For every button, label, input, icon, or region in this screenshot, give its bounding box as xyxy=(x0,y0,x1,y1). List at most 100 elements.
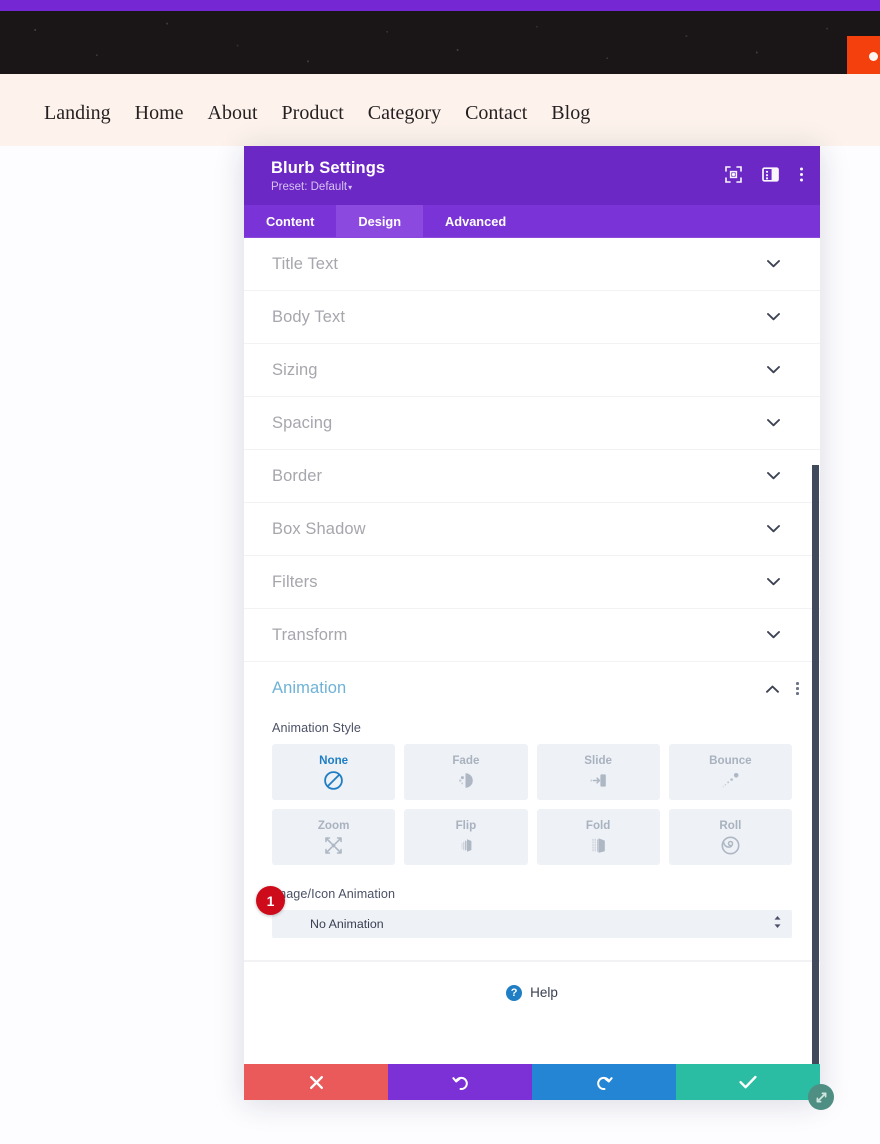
animation-option-none[interactable]: None xyxy=(272,744,396,800)
section-label: Animation xyxy=(272,679,347,697)
section-label: Title Text xyxy=(272,254,339,273)
bounce-icon xyxy=(720,770,741,791)
tab-content[interactable]: Content xyxy=(244,205,336,238)
tab-advanced[interactable]: Advanced xyxy=(423,205,528,238)
animation-option-flip[interactable]: Flip xyxy=(404,809,528,865)
hero-orange-dot xyxy=(869,52,878,61)
animation-option-label: Fade xyxy=(452,753,480,767)
chevron-down-icon xyxy=(767,467,780,485)
roll-spiral-icon xyxy=(720,835,741,856)
blurb-settings-modal: Blurb Settings Preset: Default▾ Content … xyxy=(244,146,834,1110)
zoom-expand-icon xyxy=(323,835,344,856)
chevron-down-icon xyxy=(767,361,780,379)
checkmark-icon xyxy=(739,1075,757,1089)
chevron-down-icon xyxy=(767,520,780,538)
animation-option-zoom[interactable]: Zoom xyxy=(272,809,396,865)
section-border[interactable]: Border xyxy=(244,450,820,503)
stepper-updown-icon xyxy=(773,915,782,934)
undo-icon xyxy=(451,1074,469,1091)
preset-label: Preset: Default xyxy=(271,181,348,193)
nav-item-about[interactable]: About xyxy=(208,102,258,125)
image-icon-animation-value: No Animation xyxy=(310,917,384,931)
section-box-shadow[interactable]: Box Shadow xyxy=(244,503,820,556)
site-hero-banner xyxy=(0,11,880,78)
chevron-up-icon[interactable] xyxy=(766,680,780,698)
save-button[interactable] xyxy=(676,1064,820,1100)
flip-icon xyxy=(455,835,476,856)
section-transform[interactable]: Transform xyxy=(244,609,820,662)
nav-item-category[interactable]: Category xyxy=(368,102,441,125)
preset-selector[interactable]: Preset: Default▾ xyxy=(271,181,802,193)
animation-option-bounce[interactable]: Bounce xyxy=(668,744,792,800)
undo-button[interactable] xyxy=(388,1064,532,1100)
fade-icon xyxy=(455,770,476,791)
section-label: Filters xyxy=(272,572,318,591)
section-title-text[interactable]: Title Text xyxy=(244,238,820,291)
page-title: Blurb Settings xyxy=(271,159,386,177)
image-icon-animation-row: Image/Icon Animation No Animation 1 xyxy=(256,886,792,938)
tab-design[interactable]: Design xyxy=(336,205,424,238)
section-animation-controls xyxy=(766,680,802,698)
chevron-down-icon: ▾ xyxy=(348,183,353,192)
section-label: Border xyxy=(272,466,323,485)
chevron-down-icon xyxy=(767,414,780,432)
chevron-down-icon xyxy=(767,308,780,326)
site-top-bar xyxy=(0,0,880,11)
image-icon-animation-select[interactable]: No Animation 1 xyxy=(256,886,792,938)
redo-button[interactable] xyxy=(532,1064,676,1100)
fold-icon xyxy=(588,835,609,856)
image-icon-animation-label: Image/Icon Animation xyxy=(272,887,396,901)
modal-tabs: Content Design Advanced xyxy=(244,205,820,238)
focus-target-icon[interactable] xyxy=(725,166,742,183)
vertical-scrollbar[interactable] xyxy=(812,465,819,1064)
help-row[interactable]: ? Help xyxy=(244,961,820,1023)
panel-layout-icon[interactable] xyxy=(762,166,779,183)
site-navigation-bar: Landing Home About Product Category Cont… xyxy=(0,74,880,182)
animation-option-slide[interactable]: Slide xyxy=(536,744,660,800)
section-label: Box Shadow xyxy=(272,519,366,538)
step-badge-1: 1 xyxy=(256,886,285,915)
redo-icon xyxy=(596,1074,613,1091)
close-x-icon xyxy=(309,1075,324,1090)
section-filters[interactable]: Filters xyxy=(244,556,820,609)
section-label: Spacing xyxy=(272,413,333,432)
section-animation: Animation Animation Style None Fade Slid… xyxy=(244,662,820,961)
animation-option-label: Bounce xyxy=(709,753,752,767)
modal-header-icons xyxy=(725,166,804,183)
section-animation-header[interactable]: Animation xyxy=(244,662,820,715)
animation-option-label: Flip xyxy=(455,818,477,832)
nav-links: Landing Home About Product Category Cont… xyxy=(44,102,590,125)
nav-item-landing[interactable]: Landing xyxy=(44,102,111,125)
section-label: Body Text xyxy=(272,307,346,326)
resize-diagonal-icon[interactable] xyxy=(808,1084,834,1110)
animation-option-fade[interactable]: Fade xyxy=(404,744,528,800)
section-body-text[interactable]: Body Text xyxy=(244,291,820,344)
nav-item-home[interactable]: Home xyxy=(135,102,184,125)
modal-header: Blurb Settings Preset: Default▾ xyxy=(244,146,820,205)
modal-footer xyxy=(244,1064,834,1110)
animation-option-label: Roll xyxy=(719,818,742,832)
section-spacing[interactable]: Spacing xyxy=(244,397,820,450)
chevron-down-icon xyxy=(767,573,780,591)
no-entry-icon xyxy=(323,770,344,791)
animation-style-grid: None Fade Slide Bounce Zoom Flip Fold Ro… xyxy=(272,744,792,865)
settings-scroll-area: Title Text Body Text Sizing Spacing Bord… xyxy=(244,238,820,1064)
modal-body: Title Text Body Text Sizing Spacing Bord… xyxy=(244,238,820,1064)
help-label: Help xyxy=(530,985,558,1000)
animation-option-label: Zoom xyxy=(317,818,350,832)
slide-icon xyxy=(588,770,609,791)
nav-item-blog[interactable]: Blog xyxy=(551,102,590,125)
chevron-down-icon xyxy=(767,255,780,273)
nav-item-contact[interactable]: Contact xyxy=(465,102,527,125)
animation-option-fold[interactable]: Fold xyxy=(536,809,660,865)
chevron-down-icon xyxy=(767,626,780,644)
page-root: Landing Home About Product Category Cont… xyxy=(0,0,880,1144)
animation-option-label: None xyxy=(319,753,349,767)
more-vertical-icon[interactable] xyxy=(799,166,804,183)
cancel-button[interactable] xyxy=(244,1064,388,1100)
section-sizing[interactable]: Sizing xyxy=(244,344,820,397)
nav-item-product[interactable]: Product xyxy=(282,102,344,125)
more-vertical-icon[interactable] xyxy=(793,680,802,697)
animation-style-label: Animation Style xyxy=(272,721,361,735)
animation-option-roll[interactable]: Roll xyxy=(668,809,792,865)
